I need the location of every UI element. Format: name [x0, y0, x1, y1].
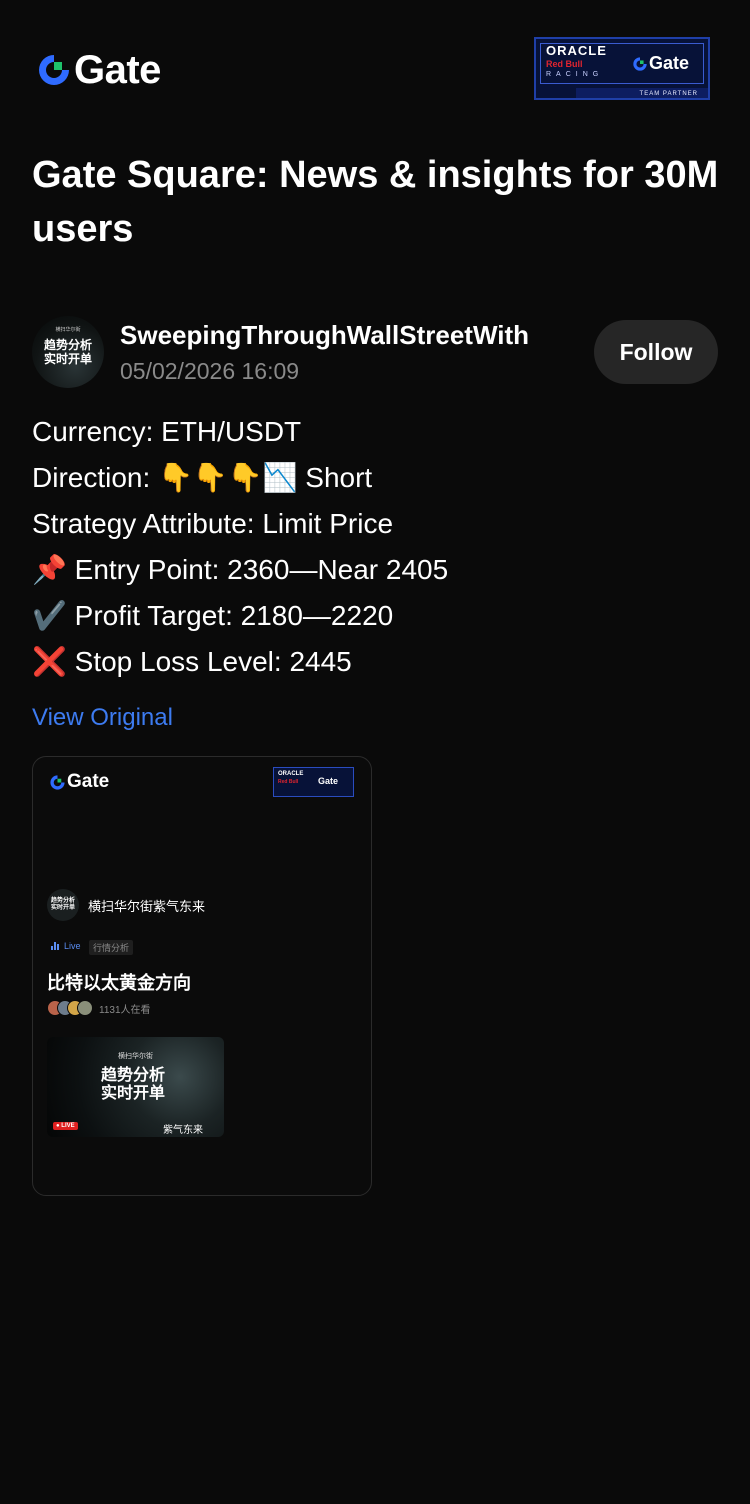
card-viewer-count: 1131人在看: [99, 1004, 151, 1016]
post-content: Currency: ETH/USDT Direction: 👇👇👇📉 Short…: [32, 409, 722, 685]
thumb-subtitle: 紫气东来: [163, 1125, 203, 1136]
partner-redbull-text: Red Bull: [546, 59, 583, 69]
post-image-card[interactable]: Gate ORACLE Red Bull Gate 趋势分析 实时开单 横扫华尔…: [32, 756, 372, 1196]
thumb-title: 趋势分析 实时开单: [101, 1067, 166, 1102]
gate-logo-text: Gate: [74, 48, 161, 92]
post-line-stoploss: ❌ Stop Loss Level: 2445: [32, 646, 352, 677]
card-partner-gate: Gate: [318, 776, 339, 786]
card-live-thumbnail: 横扫华尔街 趋势分析 实时开单 ● LIVE 紫气东来: [47, 1037, 224, 1137]
view-original-link[interactable]: View Original: [32, 704, 173, 732]
avatar-text: 趋势分析 实时开单: [43, 338, 92, 366]
page-title: Gate Square: News & insights for 30M use…: [32, 154, 719, 250]
gate-logo[interactable]: Gate: [36, 50, 161, 90]
partner-oracle-text: ORACLE: [546, 43, 607, 58]
thumb-caption: 横扫华尔街: [118, 1053, 153, 1060]
team-partner-badge: ORACLE Red Bull RACING Gate TEAM PARTNER: [534, 37, 710, 100]
card-tag: 行情分析: [89, 940, 134, 955]
gate-logo-icon: [39, 55, 69, 85]
partner-gate-logo: Gate: [632, 53, 689, 74]
partner-gate-text: Gate: [649, 53, 690, 73]
post-timestamp: 05/02/2026 16:09: [120, 358, 300, 384]
post-line-currency: Currency: ETH/USDT: [32, 416, 302, 447]
card-title: 比特以太黄金方向: [47, 973, 191, 993]
card-live-indicator: Live: [51, 941, 81, 951]
card-partner-oracle: ORACLE: [278, 771, 304, 777]
follow-button[interactable]: Follow: [594, 320, 718, 384]
gate-logo-icon: [633, 56, 647, 71]
card-viewers: 1131人在看: [47, 1000, 151, 1016]
card-partner-redbull: Red Bull: [278, 779, 299, 785]
card-avatar-text: 趋势分析 实时开单: [50, 898, 75, 911]
post-line-strategy: Strategy Attribute: Limit Price: [32, 508, 394, 539]
thumb-live-badge: ● LIVE: [53, 1122, 78, 1130]
header: Gate ORACLE Red Bull RACING Gate TEAM PA…: [0, 0, 750, 140]
post-line-entry: 📌 Entry Point: 2360—Near 2405: [32, 554, 449, 585]
card-avatar: 趋势分析 实时开单: [47, 889, 79, 921]
post-line-profit: ✔️ Profit Target: 2180—2220: [32, 600, 394, 631]
card-logo-text: Gate: [67, 771, 110, 792]
gate-logo-icon: [50, 774, 65, 790]
author-name[interactable]: SweepingThroughWallStreetWith: [120, 320, 529, 351]
partner-racing-text: RACING: [546, 71, 604, 78]
card-author-name: 横扫华尔街紫气东来: [88, 899, 206, 914]
card-gate-logo: Gate: [49, 771, 109, 793]
avatar-caption: 横扫华尔街: [55, 327, 81, 333]
partner-caption: TEAM PARTNER: [639, 91, 698, 97]
live-bars-icon: [51, 942, 60, 950]
card-live-label: Live: [64, 941, 81, 951]
author-avatar[interactable]: 横扫华尔街 趋势分析 实时开单: [32, 316, 104, 388]
card-partner-badge: ORACLE Red Bull Gate: [273, 767, 354, 797]
post-line-direction: Direction: 👇👇👇📉 Short: [32, 462, 373, 493]
post-author: 横扫华尔街 趋势分析 实时开单 SweepingThroughWallStree…: [32, 316, 722, 388]
viewer-avatar: [77, 1000, 93, 1016]
